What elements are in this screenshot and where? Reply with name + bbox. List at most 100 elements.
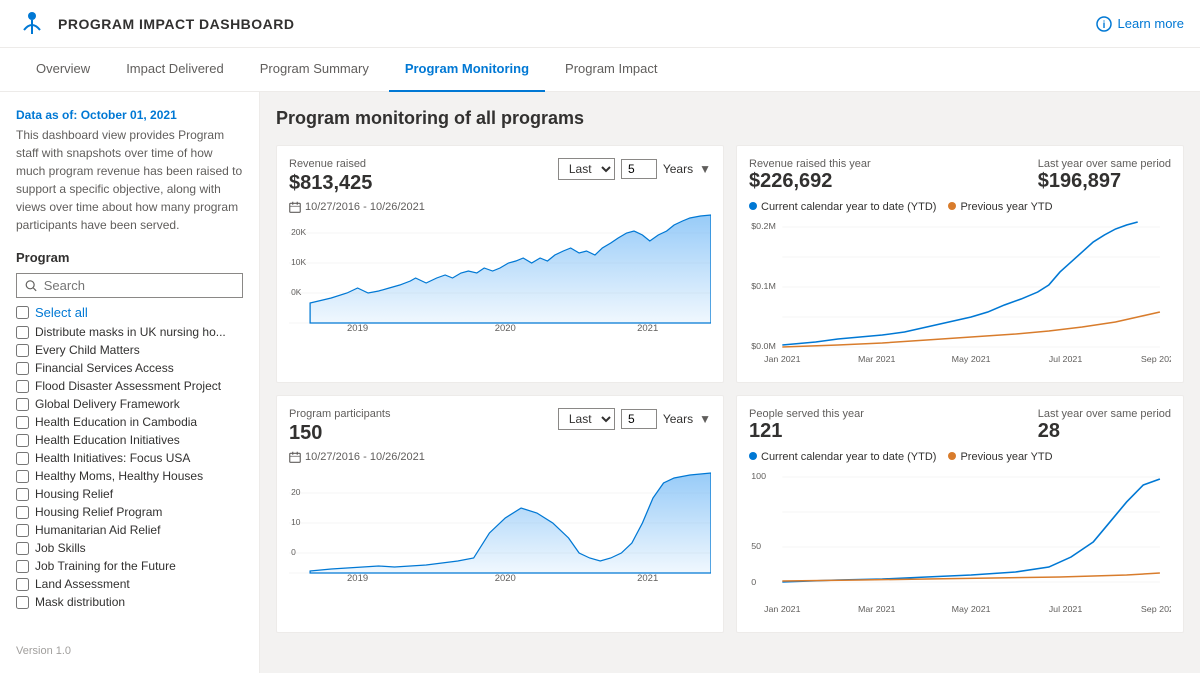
period-number-top-left[interactable]: [621, 159, 657, 179]
select-all-checkbox[interactable]: [16, 306, 29, 319]
list-item[interactable]: Health Education Initiatives: [16, 431, 243, 449]
program-checkbox[interactable]: [16, 326, 29, 339]
logo-icon: [16, 8, 48, 40]
svg-text:May 2021: May 2021: [952, 604, 991, 613]
program-name: Global Delivery Framework: [35, 397, 180, 411]
program-name: Mask distribution: [35, 595, 125, 609]
period-select-bottom-left[interactable]: Last: [558, 408, 615, 430]
program-name: Every Child Matters: [35, 343, 140, 357]
program-name: Healthy Moms, Healthy Houses: [35, 469, 203, 483]
program-name: Housing Relief Program: [35, 505, 162, 519]
main-layout: Data as of: October 01, 2021 This dashbo…: [0, 92, 1200, 673]
period-chevron-bottom-left[interactable]: ▼: [699, 412, 711, 426]
top-row: Revenue raised $813,425 Last Years ▼: [276, 145, 1184, 383]
svg-text:0: 0: [291, 548, 296, 557]
search-input[interactable]: [44, 278, 234, 293]
program-name: Health Education Initiatives: [35, 433, 180, 447]
tab-impact-delivered[interactable]: Impact Delivered: [110, 48, 240, 92]
list-item[interactable]: Humanitarian Aid Relief: [16, 521, 243, 539]
program-checkbox[interactable]: [16, 452, 29, 465]
program-label: Program: [16, 250, 243, 265]
list-item[interactable]: Healthy Moms, Healthy Houses: [16, 467, 243, 485]
data-as-of: Data as of: October 01, 2021: [16, 108, 243, 122]
program-checkbox[interactable]: [16, 524, 29, 537]
program-checkbox[interactable]: [16, 488, 29, 501]
header: PROGRAM IMPACT DASHBOARD i Learn more: [0, 0, 1200, 48]
learn-more-link[interactable]: i Learn more: [1096, 16, 1184, 32]
list-item[interactable]: Distribute masks in UK nursing ho...: [16, 323, 243, 341]
svg-text:Jul 2021: Jul 2021: [1049, 354, 1083, 363]
date-range-top-left: 10/27/2016 - 10/26/2021: [289, 201, 711, 213]
list-item[interactable]: Flood Disaster Assessment Project: [16, 377, 243, 395]
program-checkbox[interactable]: [16, 596, 29, 609]
svg-text:Jan 2021: Jan 2021: [764, 604, 801, 613]
program-list: Distribute masks in UK nursing ho... Ever…: [16, 323, 243, 611]
tab-overview[interactable]: Overview: [20, 48, 106, 92]
calendar-icon-top-left: [289, 201, 301, 213]
svg-text:50: 50: [751, 541, 761, 550]
date-range-bottom-left: 10/27/2016 - 10/26/2021: [289, 451, 711, 463]
program-checkbox[interactable]: [16, 416, 29, 429]
svg-text:2021: 2021: [637, 323, 658, 333]
period-select-top-left[interactable]: Last: [558, 158, 615, 180]
svg-text:Mar 2021: Mar 2021: [858, 354, 896, 363]
list-item[interactable]: Housing Relief: [16, 485, 243, 503]
header-title: PROGRAM IMPACT DASHBOARD: [58, 16, 295, 32]
select-all-row[interactable]: Select all: [16, 302, 243, 323]
revenue-chart: 20K 10K 0K 2019 2020 2021: [289, 213, 711, 333]
list-item[interactable]: Mask distribution: [16, 593, 243, 611]
svg-text:Jan 2021: Jan 2021: [764, 354, 801, 363]
program-name: Financial Services Access: [35, 361, 174, 375]
svg-text:20K: 20K: [291, 228, 307, 237]
program-checkbox[interactable]: [16, 398, 29, 411]
tab-program-impact[interactable]: Program Impact: [549, 48, 673, 92]
svg-text:Sep 2021: Sep 2021: [1141, 354, 1171, 363]
svg-text:2019: 2019: [347, 323, 368, 333]
content-title: Program monitoring of all programs: [276, 108, 1184, 129]
period-chevron-top-left[interactable]: ▼: [699, 162, 711, 176]
svg-text:10K: 10K: [291, 258, 307, 267]
program-checkbox[interactable]: [16, 434, 29, 447]
sidebar-description: This dashboard view provides Program sta…: [16, 126, 243, 234]
learn-more-label: Learn more: [1118, 16, 1184, 31]
program-checkbox[interactable]: [16, 578, 29, 591]
list-item[interactable]: Health Education in Cambodia: [16, 413, 243, 431]
program-checkbox[interactable]: [16, 362, 29, 375]
list-item[interactable]: Housing Relief Program: [16, 503, 243, 521]
program-name: Flood Disaster Assessment Project: [35, 379, 221, 393]
program-checkbox[interactable]: [16, 560, 29, 573]
list-item[interactable]: Job Training for the Future: [16, 557, 243, 575]
program-checkbox[interactable]: [16, 380, 29, 393]
content-area: Program monitoring of all programs Reven…: [260, 92, 1200, 673]
ytd-metric-current: Revenue raised this year $226,692: [749, 158, 871, 193]
tab-program-monitoring[interactable]: Program Monitoring: [389, 48, 545, 92]
years-label-bottom-left: Years: [663, 412, 693, 426]
list-item[interactable]: Land Assessment: [16, 575, 243, 593]
svg-text:0K: 0K: [291, 288, 302, 297]
bottom-row: Program participants 150 Last Years ▼: [276, 395, 1184, 633]
chart-controls-bottom-left: Last Years ▼: [558, 408, 711, 430]
program-checkbox[interactable]: [16, 506, 29, 519]
ytd-metric-previous: Last year over same period $196,897: [1038, 158, 1171, 193]
list-item[interactable]: Health Initiatives: Focus USA: [16, 449, 243, 467]
tab-program-summary[interactable]: Program Summary: [244, 48, 385, 92]
svg-text:$0.1M: $0.1M: [751, 281, 776, 290]
svg-text:2021: 2021: [637, 573, 658, 583]
list-item[interactable]: Every Child Matters: [16, 341, 243, 359]
program-name: Health Initiatives: Focus USA: [35, 451, 190, 465]
svg-text:0: 0: [751, 577, 756, 586]
people-ytd-chart: 100 50 0 Jan 2021 Mar 2021 May 2021 Jul …: [749, 467, 1171, 617]
years-label-top-left: Years: [663, 162, 693, 176]
list-item[interactable]: Financial Services Access: [16, 359, 243, 377]
list-item[interactable]: Global Delivery Framework: [16, 395, 243, 413]
program-name: Humanitarian Aid Relief: [35, 523, 160, 537]
revenue-raised-value: $813,425: [289, 172, 372, 195]
program-checkbox[interactable]: [16, 344, 29, 357]
people-ytd-legend: Current calendar year to date (YTD) Prev…: [749, 451, 1171, 463]
program-checkbox[interactable]: [16, 470, 29, 483]
people-served-ytd-card: People served this year 121 Last year ov…: [736, 395, 1184, 633]
header-left: PROGRAM IMPACT DASHBOARD: [16, 8, 295, 40]
program-checkbox[interactable]: [16, 542, 29, 555]
period-number-bottom-left[interactable]: [621, 409, 657, 429]
list-item[interactable]: Job Skills: [16, 539, 243, 557]
